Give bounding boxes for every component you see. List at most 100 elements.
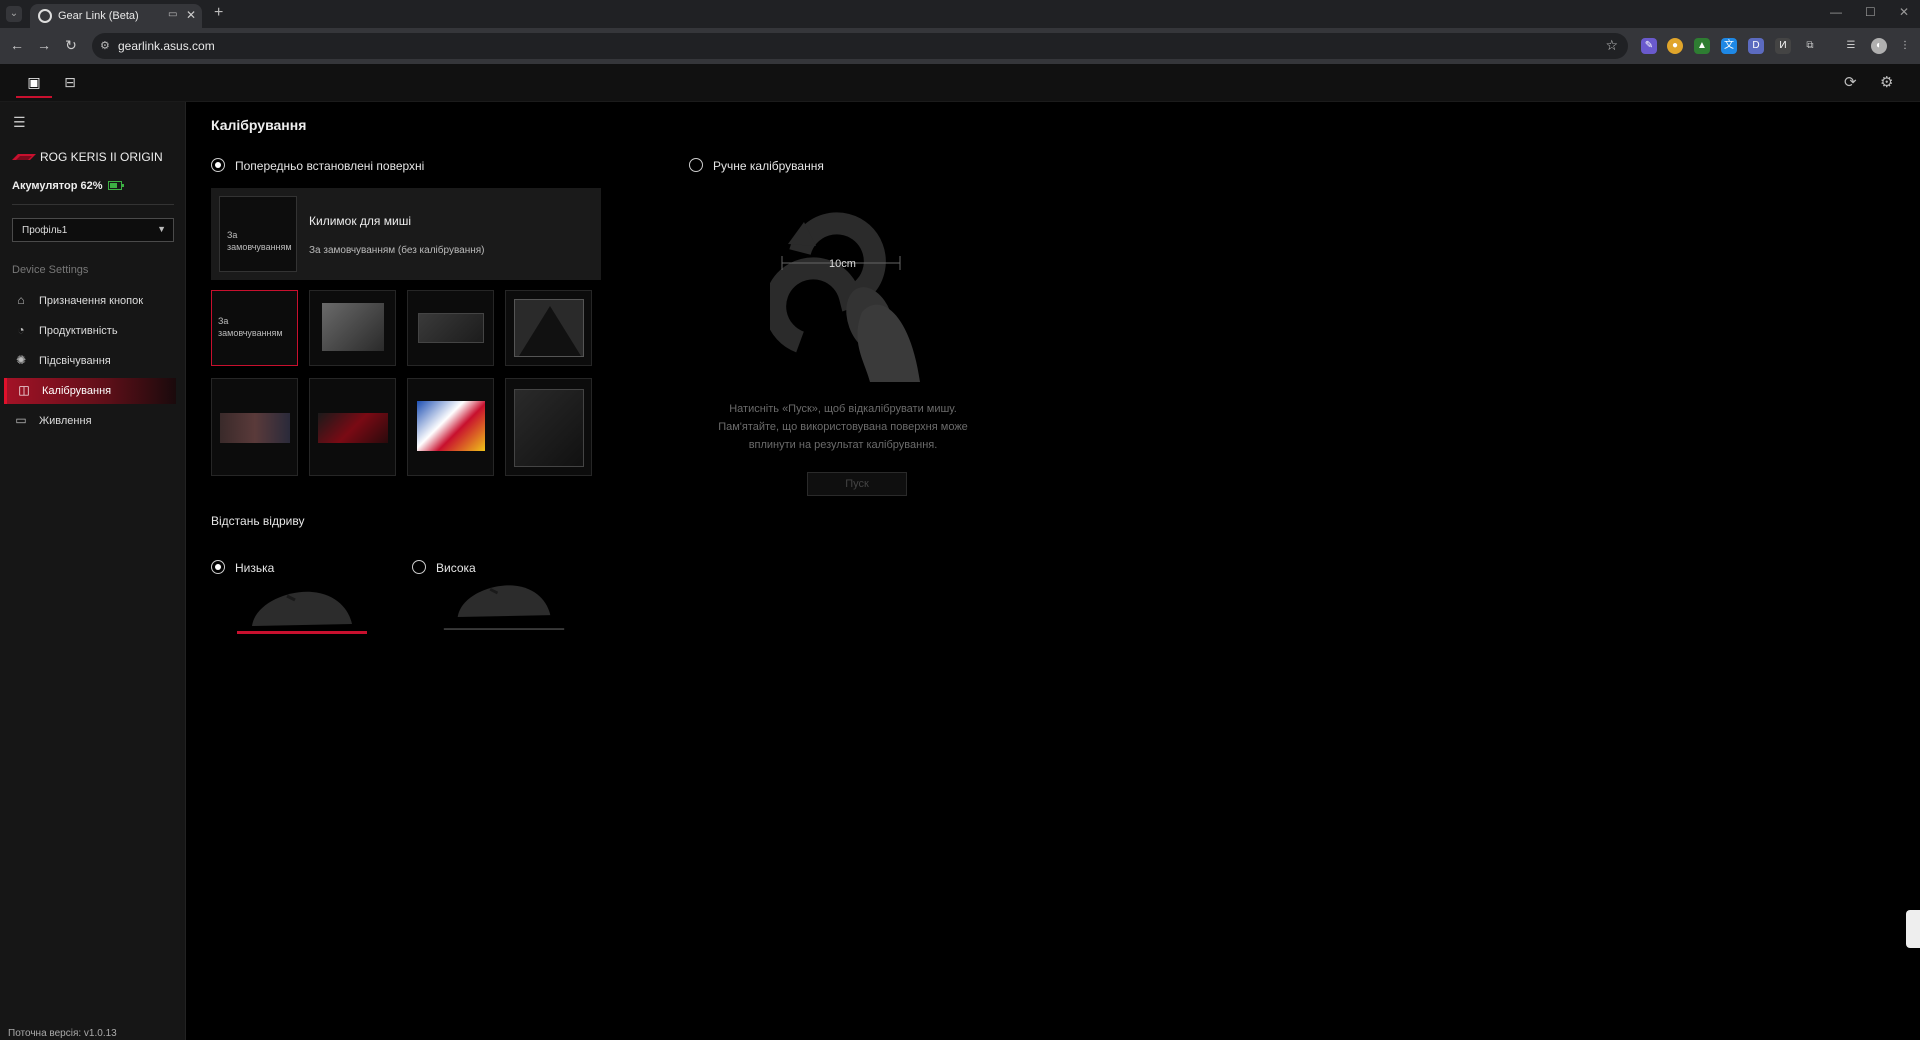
extensions-puzzle-icon[interactable]: ⧉ [1802, 38, 1818, 54]
sidebar-item-label: Калібрування [42, 385, 112, 397]
pad-option-2[interactable] [309, 290, 396, 366]
browser-tab[interactable]: Gear Link (Beta) ▭ ✕ [30, 4, 202, 28]
pad-option-8[interactable] [505, 378, 592, 476]
extension-drive-icon[interactable]: ▲ [1694, 38, 1710, 54]
instruction-line-1: Натисніть «Пуск», щоб відкалібрувати миш… [729, 403, 957, 415]
reading-list-icon[interactable]: ☰ [1843, 38, 1859, 54]
lift-high-radio[interactable] [412, 560, 426, 574]
sidebar-item-lighting[interactable]: ✺ Підсвічування [4, 348, 176, 374]
selected-surface-panel: За замовчуванням Килимок для миші За зам… [211, 188, 601, 280]
devices-tab-icon[interactable]: ▣ [16, 68, 52, 98]
url-text[interactable]: gearlink.asus.com [118, 39, 215, 53]
chevron-down-icon: ▼ [157, 224, 166, 234]
pad-option-3[interactable] [407, 290, 494, 366]
calibration-illustration [770, 212, 920, 382]
app-version: Поточна версія: v1.0.13 [8, 1028, 117, 1039]
manual-calibration-radio[interactable] [689, 158, 703, 172]
preset-surfaces-radio[interactable] [211, 158, 225, 172]
extension-d-icon[interactable]: D [1748, 38, 1764, 54]
sidebar-item-performance[interactable]: ◔ Продуктивність [4, 318, 176, 344]
pad-option-4[interactable] [505, 290, 592, 366]
minimize-icon[interactable]: — [1830, 5, 1842, 19]
browser-tab-bar: ⌄ Gear Link (Beta) ▭ ✕ + — ☐ ✕ [0, 0, 1920, 28]
pad-default[interactable]: За замовчуванням [211, 290, 298, 366]
new-tab-icon[interactable]: + [214, 4, 223, 22]
app-header: ▣ ⊟ ⟳ ⚙ [0, 64, 1920, 102]
extension-n-icon[interactable]: И [1775, 38, 1791, 54]
address-bar[interactable]: ⚙ gearlink.asus.com ☆ [92, 33, 1628, 59]
maximize-icon[interactable]: ☐ [1865, 5, 1876, 19]
calibration-icon: ◫ [18, 383, 30, 397]
profile-value: Профіль1 [22, 225, 68, 236]
extension-pen-icon[interactable]: ✎ [1641, 38, 1657, 54]
manual-calibration-label[interactable]: Ручне калібрування [713, 159, 824, 173]
sidebar-item-label: Підсвічування [39, 355, 111, 367]
pad-image [318, 413, 388, 443]
sidebar-item-power[interactable]: ▭ Живлення [4, 408, 176, 434]
bookmark-star-icon[interactable]: ☆ [1605, 37, 1618, 54]
pad-option-6[interactable] [309, 378, 396, 476]
tab-search-icon[interactable]: ⌄ [6, 6, 22, 22]
mouse-icon: ⌂ [17, 293, 25, 307]
pad-image [417, 401, 485, 451]
surface-name: Килимок для миші [309, 214, 411, 228]
pad-image [514, 389, 584, 467]
tab-close-icon[interactable]: ✕ [186, 8, 196, 22]
preset-surfaces-label[interactable]: Попередньо встановлені поверхні [235, 159, 424, 173]
sidebar: ☰ ROG KERIS II ORIGIN Акумулятор 62% Про… [0, 102, 186, 1040]
sidebar-item-calibration[interactable]: ◫ Калібрування [4, 378, 176, 404]
sidebar-item-label: Живлення [39, 415, 92, 427]
side-panel-handle[interactable] [1906, 910, 1920, 948]
rog-logo-icon [12, 154, 36, 160]
extension-translate-icon[interactable]: 文 [1721, 38, 1737, 54]
tab-title: Gear Link (Beta) [58, 10, 139, 22]
instruction-line-3: вплинути на результат калібрування. [748, 439, 938, 451]
selected-surface-thumbnail: За замовчуванням [219, 196, 297, 272]
start-button[interactable]: Пуск [807, 472, 907, 496]
hamburger-menu-icon[interactable]: ☰ [13, 114, 26, 131]
instruction-line-2: Пам'ятайте, що використовувана поверхня … [718, 421, 968, 433]
pad-option-7[interactable] [407, 378, 494, 476]
store-tab-icon[interactable]: ⊟ [52, 68, 88, 98]
page-title: Калібрування [211, 117, 307, 133]
surface-description: За замовчуванням (без калібрування) [309, 245, 485, 256]
gauge-icon: ◔ [17, 323, 25, 337]
pad-pattern [519, 306, 581, 356]
battery-status: Акумулятор 62% [12, 180, 103, 192]
device-settings-label: Device Settings [12, 264, 89, 276]
lift-high-label[interactable]: Висока [436, 561, 476, 575]
back-icon[interactable]: ← [8, 37, 26, 53]
sidebar-item-button-assignment[interactable]: ⌂ Призначення кнопок [4, 288, 176, 314]
pad-option-5[interactable] [211, 378, 298, 476]
forward-icon[interactable]: → [35, 37, 53, 53]
sidebar-item-label: Продуктивність [39, 325, 118, 337]
battery-icon: ▭ [15, 413, 27, 427]
sync-icon[interactable]: ⟳ [1844, 73, 1857, 91]
battery-level-icon [108, 181, 124, 190]
reload-icon[interactable]: ↻ [62, 37, 80, 54]
lift-low-radio[interactable] [211, 560, 225, 574]
favicon-icon [38, 9, 52, 23]
settings-gear-icon[interactable]: ⚙ [1880, 73, 1893, 91]
browser-toolbar: ← → ↻ ⚙ gearlink.asus.com ☆ ✎ ● ▲ 文 D И … [0, 28, 1920, 64]
lift-off-label: Відстань відриву [211, 514, 305, 528]
thumbnail-text: За замовчуванням [227, 230, 292, 252]
mouse-low-illustration [237, 591, 367, 634]
device-name: ROG KERIS II ORIGIN [40, 150, 163, 164]
window-close-icon[interactable]: ✕ [1899, 5, 1909, 19]
sidebar-item-label: Призначення кнопок [39, 295, 144, 307]
light-icon: ✺ [15, 353, 27, 367]
pad-image [220, 413, 290, 443]
pad-image [418, 313, 484, 343]
pad-image [514, 299, 584, 357]
site-info-icon[interactable]: ⚙ [100, 39, 110, 52]
lift-low-label[interactable]: Низька [235, 561, 274, 575]
tab-media-icon: ▭ [168, 9, 178, 20]
calibration-instructions: Натисніть «Пуск», щоб відкалібрувати миш… [693, 400, 993, 454]
mouse-high-illustration [443, 585, 565, 630]
browser-menu-icon[interactable]: ⋮ [1897, 38, 1913, 54]
profile-dropdown[interactable]: Профіль1 ▼ [12, 218, 174, 242]
distance-label: 10cm [829, 258, 856, 270]
profile-avatar-icon[interactable]: ◐ [1871, 38, 1887, 54]
extension-chrome-icon[interactable]: ● [1667, 38, 1683, 54]
